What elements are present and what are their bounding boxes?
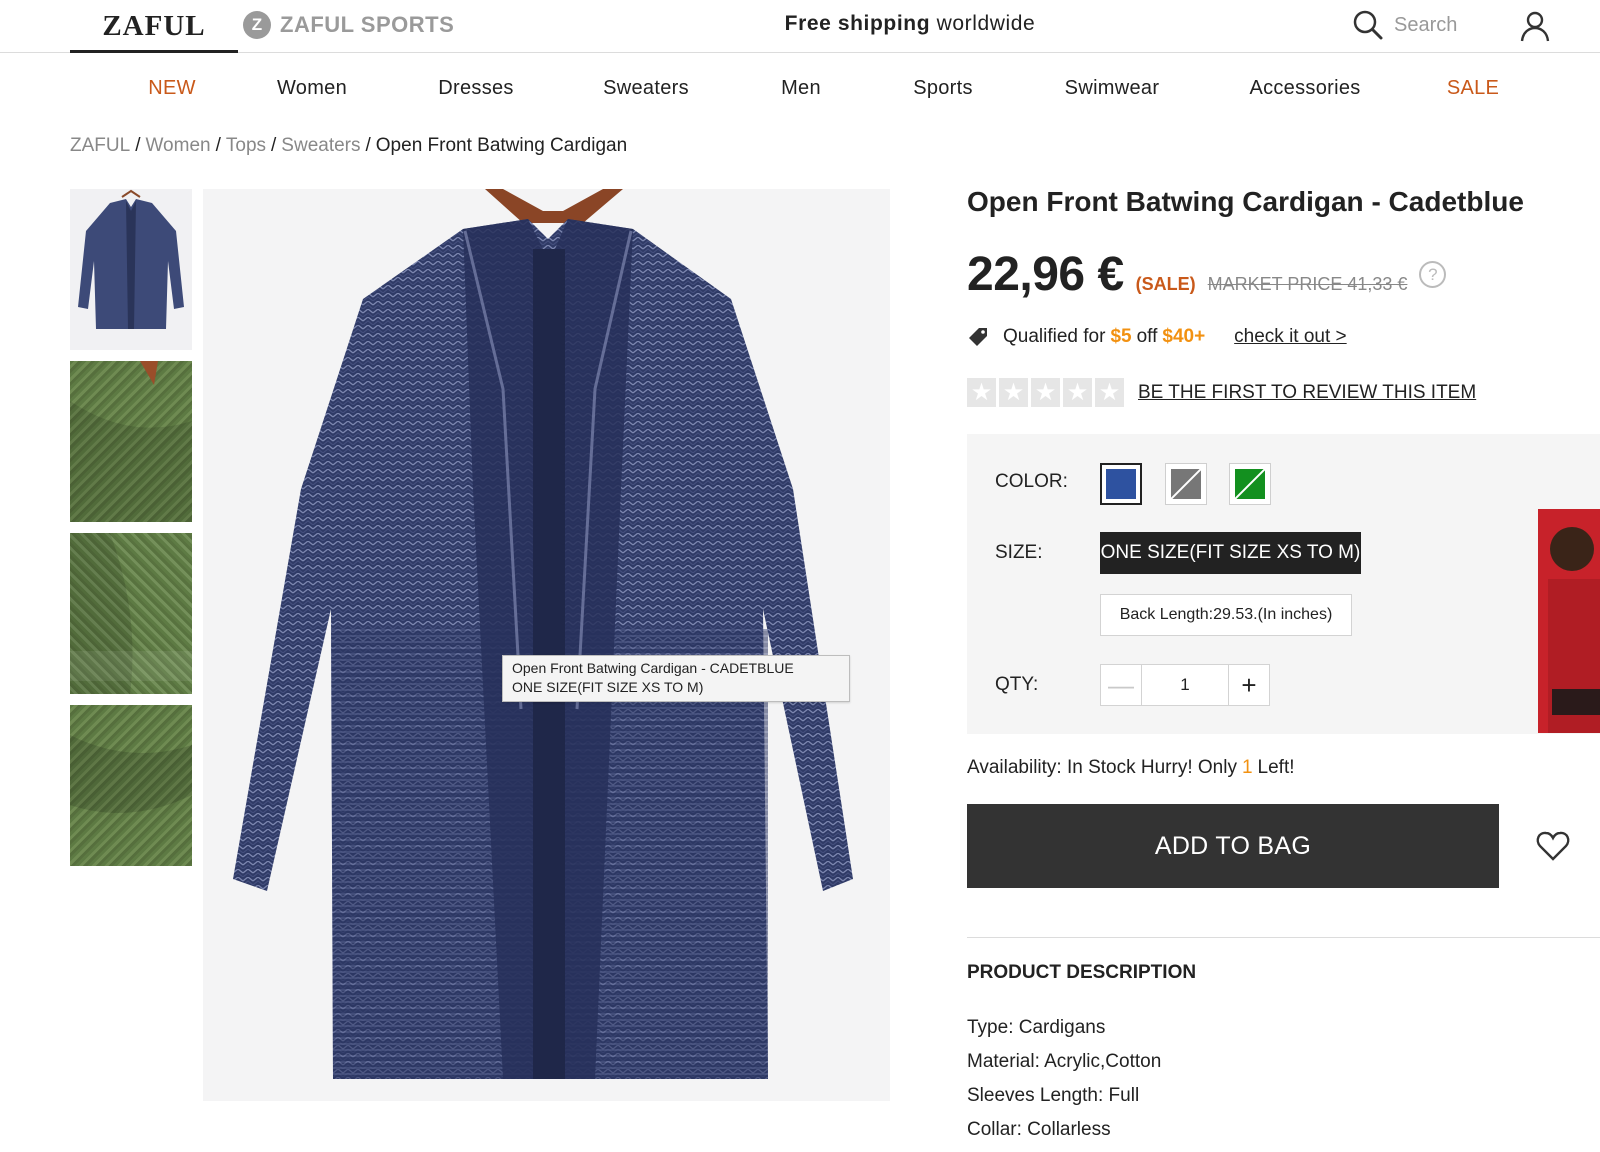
product-price: 22,96 €	[967, 248, 1124, 301]
availability-suffix: Left!	[1257, 757, 1295, 778]
color-label: COLOR:	[995, 471, 1068, 492]
tooltip-line-1: Open Front Batwing Cardigan - CADETBLUE	[512, 660, 794, 676]
qty-label: QTY:	[995, 674, 1039, 695]
wishlist-heart-icon[interactable]	[1536, 830, 1570, 862]
sale-tag: (SALE)	[1135, 274, 1196, 294]
description-line: Type: Cardigans	[967, 1017, 1106, 1038]
thumbnail-list	[70, 189, 192, 877]
unavailable-slash-icon	[1235, 469, 1265, 499]
price-row: 22,96 € (SALE) MARKET PRICE 41,33 € ?	[967, 247, 1447, 302]
thumbnail-detail-1[interactable]	[70, 361, 192, 522]
top-bar: ZAFUL Z ZAFUL SPORTS Free shipping world…	[0, 0, 1600, 53]
breadcrumb-sweaters[interactable]: Sweaters	[281, 135, 360, 156]
nav-item-dresses[interactable]: Dresses	[438, 66, 513, 110]
shipping-bold: Free shipping	[784, 12, 931, 35]
star-icon: ★	[1063, 378, 1092, 407]
breadcrumb: ZAFUL / Women / Tops / Sweaters / Open Front Bat…	[70, 135, 627, 157]
breadcrumb-separator: /	[271, 135, 277, 156]
star-icon: ★	[967, 378, 996, 407]
nav-item-accessories[interactable]: Accessories	[1249, 66, 1360, 110]
thumbnail-hem-image	[70, 735, 192, 813]
thumbnail-detail-2[interactable]	[70, 533, 192, 694]
image-tooltip: Open Front Batwing Cardigan - CADETBLUE …	[502, 655, 850, 702]
availability-text: Availability: In Stock Hurry! Only 1 Left!	[967, 757, 1295, 779]
help-icon[interactable]: ?	[1419, 261, 1447, 288]
promo-amount: $5	[1110, 326, 1132, 347]
star-icon: ★	[999, 378, 1028, 407]
search-box[interactable]: Search	[1352, 9, 1457, 41]
color-swatch-green[interactable]	[1229, 463, 1271, 505]
sports-label: ZAFUL SPORTS	[280, 12, 455, 37]
breadcrumb-zaful[interactable]: ZAFUL	[70, 135, 130, 156]
thumbnail-detail-3[interactable]	[70, 705, 192, 866]
review-link[interactable]: BE THE FIRST TO REVIEW THIS ITEM	[1138, 382, 1476, 404]
nav-item-women[interactable]: Women	[277, 66, 347, 110]
search-icon	[1353, 10, 1383, 40]
side-promo-image	[1548, 527, 1600, 733]
size-label: SIZE:	[995, 542, 1043, 563]
description-line: Collar: Collarless	[967, 1119, 1111, 1140]
color-swatch-gray[interactable]	[1165, 463, 1207, 505]
unavailable-slash-icon	[1171, 469, 1201, 499]
breadcrumb-women[interactable]: Women	[145, 135, 210, 156]
side-promo-banner[interactable]	[1538, 509, 1600, 733]
qty-increase-button[interactable]: +	[1228, 664, 1270, 706]
description-line: Material: Acrylic,Cotton	[967, 1051, 1162, 1072]
thumbnail-sleeve-image	[70, 533, 192, 694]
availability-prefix: Availability: In Stock Hurry! Only	[967, 757, 1237, 778]
sports-link[interactable]: Z ZAFUL SPORTS	[243, 10, 454, 40]
nav-item-sweaters[interactable]: Sweaters	[603, 66, 689, 110]
nav-item-new[interactable]: NEW	[148, 66, 196, 110]
market-price: MARKET PRICE 41,33 €	[1207, 274, 1408, 294]
nav-item-sports[interactable]: Sports	[913, 66, 973, 110]
breadcrumb-tops[interactable]: Tops	[226, 135, 266, 156]
nav-item-sale[interactable]: SALE	[1447, 66, 1499, 110]
color-swatch-cadetblue[interactable]	[1100, 463, 1142, 505]
cardigan-photo	[233, 189, 853, 1079]
shipping-rest: worldwide	[936, 12, 1036, 35]
shipping-banner: Free shipping worldwide	[760, 12, 1060, 36]
description-title: PRODUCT DESCRIPTION	[967, 962, 1197, 983]
tag-icon	[969, 328, 987, 346]
description-list: Type: Cardigans Material: Acrylic,Cotton…	[967, 1011, 1161, 1147]
size-option-one-size[interactable]: ONE SIZE(FIT SIZE XS TO M)	[1100, 532, 1361, 574]
sports-logo-icon: Z	[243, 11, 271, 39]
main-nav: NEW Women Dresses Sweaters Men Sports Sw…	[0, 66, 1600, 110]
swatch-fill	[1106, 469, 1136, 499]
breadcrumb-current: Open Front Batwing Cardigan	[375, 135, 628, 156]
nav-item-swimwear[interactable]: Swimwear	[1065, 66, 1160, 110]
swatch-fill	[1171, 469, 1201, 499]
section-divider	[967, 937, 1600, 938]
nav-item-men[interactable]: Men	[781, 66, 821, 110]
search-placeholder: Search	[1394, 13, 1458, 36]
star-rating: ★ ★ ★ ★ ★	[967, 378, 1124, 407]
check-it-out-link[interactable]: check it out >	[1234, 326, 1346, 348]
tooltip-line-2: ONE SIZE(FIT SIZE XS TO M)	[512, 679, 704, 695]
promo-threshold: $40+	[1162, 326, 1206, 347]
star-icon: ★	[1095, 378, 1124, 407]
qty-input[interactable]: 1	[1142, 664, 1228, 706]
main-product-image[interactable]	[203, 189, 890, 1101]
description-line: Sleeves Length: Full	[967, 1085, 1140, 1106]
thumbnail-cardigan-image	[78, 189, 184, 329]
promo-middle: off	[1136, 326, 1158, 347]
promo-row: Qualified for $5 off $40+ check it out >	[967, 326, 1347, 348]
add-to-bag-button[interactable]: ADD TO BAG	[967, 804, 1499, 888]
thumbnail-front[interactable]	[70, 189, 192, 350]
availability-count: 1	[1241, 757, 1253, 778]
breadcrumb-separator: /	[135, 135, 141, 156]
account-icon[interactable]	[1518, 9, 1552, 43]
breadcrumb-separator: /	[365, 135, 371, 156]
thumbnail-knit-image	[70, 361, 192, 522]
product-title: Open Front Batwing Cardigan - Cadetblue	[967, 186, 1524, 217]
star-icon: ★	[1031, 378, 1060, 407]
options-panel: COLOR: SIZE: ONE SIZE(FIT SIZE XS TO M) …	[967, 434, 1600, 734]
rating-row: ★ ★ ★ ★ ★ BE THE FIRST TO REVIEW THIS IT…	[967, 378, 1476, 407]
back-length-info: Back Length:29.53.(In inches)	[1100, 594, 1352, 636]
promo-prefix: Qualified for	[1003, 326, 1106, 347]
breadcrumb-separator: /	[215, 135, 221, 156]
brand-logo[interactable]: ZAFUL	[70, 0, 238, 53]
swatch-fill	[1235, 469, 1265, 499]
qty-decrease-button[interactable]: —	[1100, 664, 1142, 706]
